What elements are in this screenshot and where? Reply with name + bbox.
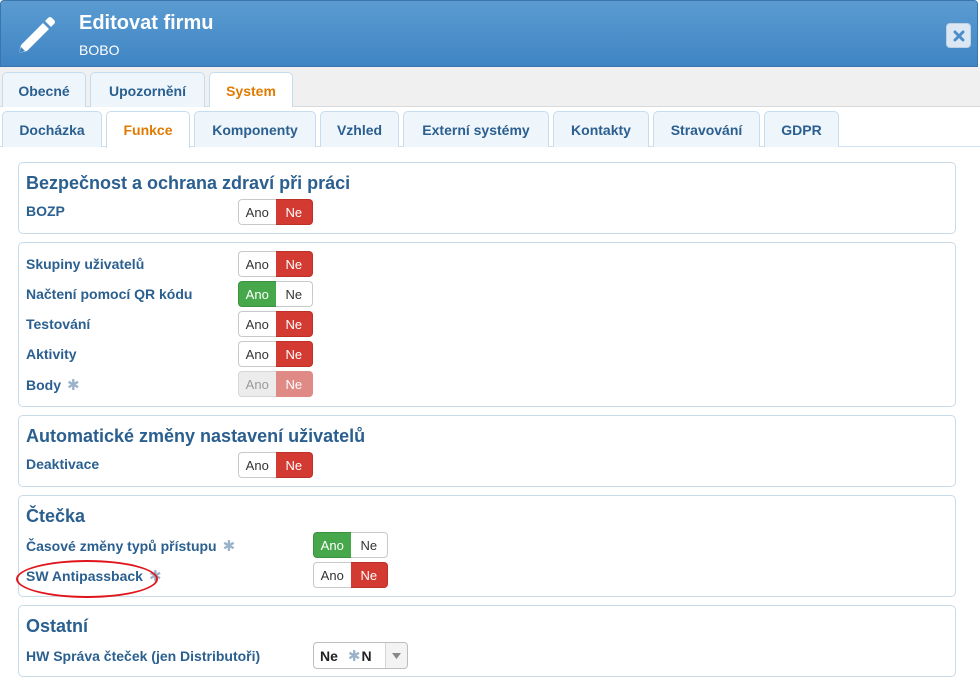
tab-komponenty[interactable]: Komponenty [194, 111, 316, 147]
dialog-title: Editovat firmu [79, 12, 214, 34]
panel-general [18, 242, 956, 407]
toggle-yes[interactable]: Ano [238, 341, 276, 367]
label-deaktivace: Deaktivace [26, 456, 100, 472]
toggle-yes[interactable]: Ano [238, 251, 276, 277]
sub-tabs: Docházka Funkce Komponenty Vzhled Extern… [0, 107, 980, 148]
toggle-nacteni-qr[interactable]: Ano Ne [238, 281, 313, 307]
close-button[interactable] [946, 23, 971, 48]
toggle-no[interactable]: Ne [275, 199, 313, 225]
tab-upozorneni[interactable]: Upozornění [90, 72, 205, 108]
highlight-circle [16, 560, 158, 598]
tab-stravovani[interactable]: Stravování [653, 111, 760, 147]
info-asterisk-icon: ✱ [222, 538, 236, 555]
panel-bozp: Bezpečnost a ochrana zdraví při práci [18, 162, 956, 234]
label-hw-sprava-ctecek: HW Správa čteček (jen Distributoři) [26, 648, 261, 664]
label-bozp: BOZP [26, 203, 65, 219]
toggle-no[interactable]: Ne [275, 251, 313, 277]
tab-externi-systemy[interactable]: Externí systémy [403, 111, 549, 147]
toggle-no[interactable]: Ne [275, 452, 313, 478]
tab-dochazka[interactable]: Docházka [2, 111, 102, 147]
close-icon [953, 30, 964, 41]
toggle-yes[interactable]: Ano [238, 281, 276, 307]
toggle-yes: Ano [238, 371, 276, 397]
label-nacteni-qr: Načtení pomocí QR kódu [26, 286, 193, 302]
info-asterisk-icon: ✱ [347, 647, 361, 665]
toggle-body: Ano Ne [238, 371, 313, 397]
section-title-auto-changes: Automatické změny nastavení uživatelů [26, 426, 366, 446]
select-hw-sprava-ctecek[interactable]: Ne ✱ N [313, 642, 408, 669]
section-title-bozp: Bezpečnost a ochrana zdraví při práci [26, 173, 351, 193]
main-tabs: Obecné Upozornění System [0, 67, 980, 109]
tab-obecne[interactable]: Obecné [2, 72, 86, 108]
pencil-icon [19, 17, 55, 53]
tab-funkce[interactable]: Funkce [106, 111, 190, 148]
tab-kontakty[interactable]: Kontakty [553, 111, 649, 147]
section-title-other: Ostatní [26, 616, 89, 636]
toggle-no[interactable]: Ne [275, 311, 313, 337]
label-casove-zmeny: Časové změny typů přístupu ✱ [26, 538, 236, 555]
tab-system[interactable]: System [209, 72, 293, 109]
toggle-no[interactable]: Ne [275, 341, 313, 367]
panel-auto-changes: Automatické změny nastavení uživatelů [18, 415, 956, 487]
chevron-down-icon [392, 652, 401, 659]
tab-vzhled[interactable]: Vzhled [320, 111, 399, 147]
toggle-no: Ne [275, 371, 313, 397]
panel-other: Ostatní [18, 605, 956, 677]
toggle-no[interactable]: Ne [275, 281, 313, 307]
label-aktivity: Aktivity [26, 346, 77, 362]
label-skupiny-uzivatelu: Skupiny uživatelů [26, 256, 145, 272]
toggle-sw-antipassback[interactable]: Ano Ne [313, 562, 388, 588]
dialog-subtitle: BOBO [79, 42, 120, 58]
toggle-casove-zmeny[interactable]: Ano Ne [313, 532, 388, 558]
toggle-aktivity[interactable]: Ano Ne [238, 341, 313, 367]
toggle-bozp[interactable]: Ano Ne [238, 199, 313, 225]
dialog-header: Editovat firmu BOBO [0, 0, 978, 67]
toggle-yes[interactable]: Ano [238, 311, 276, 337]
toggle-yes[interactable]: Ano [238, 452, 276, 478]
toggle-yes[interactable]: Ano [238, 199, 276, 225]
info-asterisk-icon: ✱ [67, 377, 80, 394]
label-testovani: Testování [26, 316, 91, 332]
toggle-no[interactable]: Ne [350, 562, 388, 588]
section-title-reader: Čtečka [26, 506, 86, 526]
toggle-yes[interactable]: Ano [313, 532, 351, 558]
label-body: Body ✱ [26, 377, 80, 394]
toggle-no[interactable]: Ne [350, 532, 388, 558]
tab-gdpr[interactable]: GDPR [764, 111, 839, 147]
toggle-deaktivace[interactable]: Ano Ne [238, 452, 313, 478]
select-value: Ne ✱ N [320, 647, 372, 665]
toggle-testovani[interactable]: Ano Ne [238, 311, 313, 337]
toggle-skupiny-uzivatelu[interactable]: Ano Ne [238, 251, 313, 277]
select-arrow[interactable] [385, 643, 407, 668]
toggle-yes[interactable]: Ano [313, 562, 351, 588]
